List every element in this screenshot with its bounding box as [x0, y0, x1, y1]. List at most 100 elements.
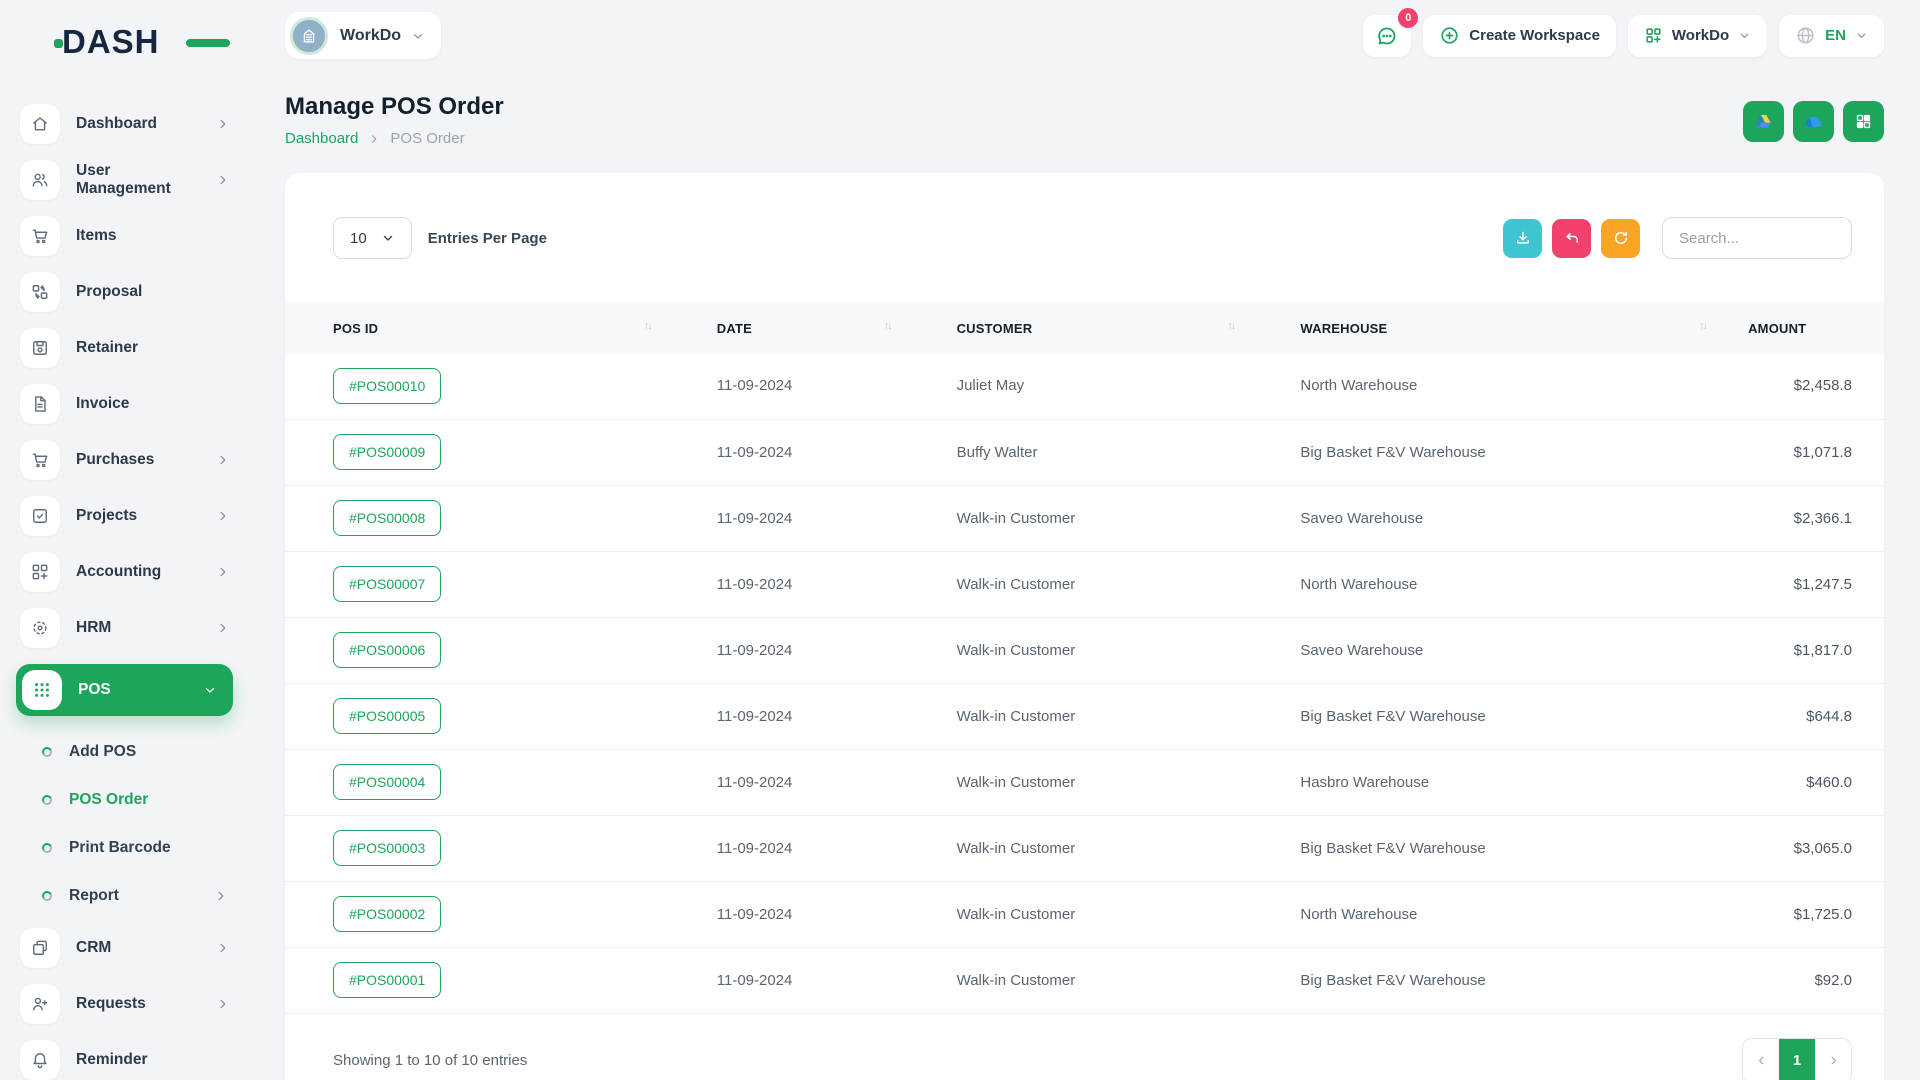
export-download-button[interactable] — [1503, 219, 1542, 258]
amount-cell: $1,247.5 — [1724, 551, 1884, 617]
pos-id-badge[interactable]: #POS00004 — [333, 764, 441, 800]
cart-icon — [20, 440, 60, 480]
page-actions — [1743, 101, 1884, 142]
entries-per-page-label: Entries Per Page — [428, 230, 547, 247]
pos-id-badge[interactable]: #POS00009 — [333, 434, 441, 470]
refresh-button[interactable] — [1601, 219, 1640, 258]
table-row: #POS0000711-09-2024Walk-in CustomerNorth… — [285, 551, 1884, 617]
chevron-right-icon — [368, 133, 380, 145]
sidebar-item-crm[interactable]: CRM — [20, 928, 236, 968]
sort-icon[interactable]: ↑↓ — [1227, 320, 1234, 332]
google-drive-button[interactable] — [1743, 101, 1784, 142]
breadcrumb: Dashboard POS Order — [285, 130, 504, 147]
pos-id-badge[interactable]: #POS00003 — [333, 830, 441, 866]
sidebar-item-projects[interactable]: Projects — [20, 496, 236, 536]
pos-id-badge[interactable]: #POS00005 — [333, 698, 441, 734]
pagination-page-1[interactable]: 1 — [1779, 1039, 1815, 1080]
page-title: Manage POS Order — [285, 93, 504, 121]
app-logo: DASH — [62, 20, 202, 64]
invoice-icon — [20, 384, 60, 424]
plus-circle-icon — [1439, 25, 1460, 46]
column-header-date[interactable]: DATE↑↓ — [669, 303, 909, 353]
column-header-amount[interactable]: AMOUNT — [1724, 303, 1884, 353]
pos-id-badge[interactable]: #POS00001 — [333, 962, 441, 998]
sort-icon[interactable]: ↑↓ — [644, 320, 651, 332]
chevron-right-icon — [1827, 1054, 1840, 1067]
pos-id-badge[interactable]: #POS00008 — [333, 500, 441, 536]
sidebar-item-purchases[interactable]: Purchases — [20, 440, 236, 480]
language-selector[interactable]: EN — [1779, 15, 1884, 57]
sidebar-subitem-report[interactable]: Report — [0, 872, 260, 920]
messages-badge: 0 — [1398, 8, 1418, 28]
chevron-down-icon — [203, 683, 217, 697]
sidebar-item-items[interactable]: Items — [20, 216, 236, 256]
amount-cell: $1,817.0 — [1724, 617, 1884, 683]
bullet-icon — [41, 842, 54, 855]
sort-icon[interactable]: ↑↓ — [884, 320, 891, 332]
table-body: #POS0001011-09-2024Juliet MayNorth Wareh… — [285, 353, 1884, 1013]
search-input[interactable] — [1662, 217, 1852, 259]
breadcrumb-dashboard-link[interactable]: Dashboard — [285, 130, 358, 147]
customer-cell: Buffy Walter — [909, 419, 1253, 485]
chevron-right-icon — [216, 997, 230, 1011]
table-footer: Showing 1 to 10 of 10 entries 1 — [285, 1014, 1884, 1080]
pos-order-table: POS ID↑↓DATE↑↓CUSTOMER↑↓WAREHOUSE↑↓AMOUN… — [285, 303, 1884, 1014]
amount-cell: $644.8 — [1724, 683, 1884, 749]
pos-id-badge[interactable]: #POS00010 — [333, 368, 441, 404]
warehouse-cell: Saveo Warehouse — [1252, 617, 1724, 683]
date-cell: 11-09-2024 — [669, 485, 909, 551]
sidebar-item-invoice[interactable]: Invoice — [20, 384, 236, 424]
table-row: #POS0000911-09-2024Buffy WalterBig Baske… — [285, 419, 1884, 485]
column-header-warehouse[interactable]: WAREHOUSE↑↓ — [1252, 303, 1724, 353]
messages-button[interactable]: 0 — [1363, 15, 1411, 57]
chevron-down-icon — [411, 29, 425, 43]
grid-plus-icon — [1644, 26, 1663, 45]
sidebar-item-dashboard[interactable]: Dashboard — [20, 104, 236, 144]
table-row: #POS00008 11-09-2024Walk-in CustomerSaveo… — [285, 485, 1884, 551]
logo-dot-icon — [54, 39, 63, 48]
warehouse-cell: North Warehouse — [1252, 881, 1724, 947]
customer-cell: Walk-in Customer — [909, 683, 1253, 749]
bullet-icon — [41, 890, 54, 903]
sidebar-subitem-print-barcode[interactable]: Print Barcode — [0, 824, 260, 872]
pos-id-badge[interactable]: #POS00002 — [333, 896, 441, 932]
reset-button[interactable] — [1552, 219, 1591, 258]
workdo-menu-button[interactable]: WorkDo — [1628, 15, 1767, 57]
workspace-selector[interactable]: WorkDo — [285, 12, 441, 59]
create-workspace-button[interactable]: Create Workspace — [1423, 15, 1616, 57]
proposal-icon — [20, 272, 60, 312]
pos-id-badge[interactable]: #POS00007 — [333, 566, 441, 602]
pagination-prev-button[interactable] — [1743, 1039, 1779, 1080]
sidebar-item-proposal[interactable]: Proposal — [20, 272, 236, 312]
column-header-pos-id[interactable]: POS ID↑↓ — [285, 303, 669, 353]
entries-per-page-select[interactable]: 10 — [333, 217, 412, 259]
pagination-next-button[interactable] — [1815, 1039, 1851, 1080]
sidebar-item-reminder[interactable]: Reminder — [20, 1040, 236, 1080]
workdo-menu-label: WorkDo — [1672, 27, 1729, 44]
logo-text: DASH — [62, 23, 160, 61]
pos-id-badge[interactable]: #POS00006 — [333, 632, 441, 668]
sidebar-subitem-add-pos[interactable]: Add POS — [0, 728, 260, 776]
date-cell: 11-09-2024 — [669, 749, 909, 815]
amount-cell: $92.0 — [1724, 947, 1884, 1013]
table-row: #POS0000411-09-2024Walk-in CustomerHasbr… — [285, 749, 1884, 815]
warehouse-cell: Big Basket F&V Warehouse — [1252, 947, 1724, 1013]
sidebar-item-accounting[interactable]: Accounting — [20, 552, 236, 592]
sidebar-item-user-management[interactable]: User Management — [20, 160, 236, 200]
sidebar-item-requests[interactable]: Requests — [20, 984, 236, 1024]
table-row: #POS0000511-09-2024Walk-in CustomerBig B… — [285, 683, 1884, 749]
sidebar-subitem-pos-order[interactable]: POS Order — [0, 776, 260, 824]
sidebar-item-retainer[interactable]: Retainer — [20, 328, 236, 368]
onedrive-button[interactable] — [1793, 101, 1834, 142]
grid-view-button[interactable] — [1843, 101, 1884, 142]
sidebar-item-hrm[interactable]: HRM — [20, 608, 236, 648]
sort-icon[interactable]: ↑↓ — [1699, 320, 1706, 332]
warehouse-cell: Big Basket F&V Warehouse — [1252, 683, 1724, 749]
sidebar-item-pos[interactable]: POS — [16, 664, 233, 716]
create-workspace-label: Create Workspace — [1469, 27, 1600, 44]
onedrive-icon — [1802, 110, 1825, 133]
warehouse-cell: Saveo Warehouse — [1252, 485, 1724, 551]
column-header-customer[interactable]: CUSTOMER↑↓ — [909, 303, 1253, 353]
amount-cell: $2,366.1 — [1724, 485, 1884, 551]
customer-cell: Walk-in Customer — [909, 485, 1253, 551]
